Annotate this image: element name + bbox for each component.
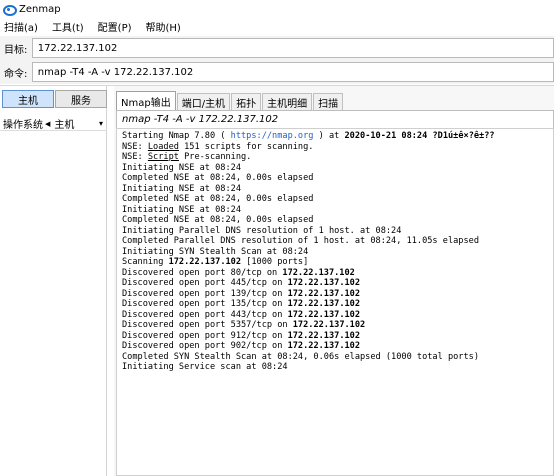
command-input[interactable]: nmap -T4 -A -v 172.22.137.102 [31,62,554,82]
output-line: Completed NSE at 08:24, 0.00s elapsed [122,215,314,225]
hosts-button[interactable]: 主机 [2,90,54,108]
output-line: Discovered open port 443/tcp on 172.22.1… [122,309,361,320]
command-label: 命令: [4,68,28,80]
menu-profile[interactable]: 配置(P) [98,19,132,34]
output-scan-selector[interactable]: nmap -T4 -A -v 172.22.137.102 [116,110,554,129]
output-line: Scanning 172.22.137.102 [1000 ports] [122,257,309,267]
output-line: Discovered open port 139/tcp on 172.22.1… [122,288,361,299]
output-line: Discovered open port 902/tcp on 172.22.1… [122,341,361,351]
output-line: Completed NSE at 08:24, 0.00s elapsed [122,194,314,204]
output-line: Completed SYN Stealth Scan at 08:24, 0.0… [122,351,479,362]
target-row: 目标: 172.22.137.102 [0,36,554,60]
dropdown-chevron-icon[interactable]: ▾ [99,119,103,128]
host-column-header[interactable]: 主机 [54,116,74,131]
tab-scans[interactable]: 扫描 [313,93,344,110]
zenmap-eye-icon [3,4,17,16]
tab-topology[interactable]: 拓扑 [231,93,262,110]
output-line: Discovered open port 135/tcp on 172.22.1… [122,299,361,309]
output-line: Discovered open port 80/tcp on 172.22.13… [122,267,355,278]
output-line: Discovered open port 5357/tcp on 172.22.… [122,320,366,330]
host-list-header: 操作系统 ◀ 主机 ▾ [3,116,105,131]
nmap-link[interactable]: https://nmap.org [231,131,314,141]
tab-nmap-output[interactable]: Nmap输出 [116,91,176,110]
header-divider [0,130,106,131]
command-row: 命令: nmap -T4 -A -v 172.22.137.102 [0,60,554,84]
os-column-header[interactable]: 操作系统 [3,116,43,131]
target-input[interactable]: 172.22.137.102 [31,38,554,58]
output-line: Initiating Service scan at 08:24 [122,362,288,372]
output-line: Completed Parallel DNS resolution of 1 h… [122,236,479,246]
window-title: Zenmap [19,3,61,15]
output-line: NSE: Loaded 151 scripts for scanning. [122,141,314,152]
results-panel: Nmap输出 端口/主机 拓扑 主机明细 扫描 nmap -T4 -A -v 1… [114,86,554,476]
output-line: Starting Nmap 7.80 ( https://nmap.org ) … [122,131,495,141]
hosts-panel: 主机 服务 操作系统 ◀ 主机 ▾ [0,86,107,476]
output-line: Discovered open port 912/tcp on 172.22.1… [122,330,361,341]
services-button[interactable]: 服务 [55,90,107,108]
title-bar: Zenmap [0,0,554,18]
menu-help[interactable]: 帮助(H) [146,19,181,34]
output-line: Initiating NSE at 08:24 [122,204,241,215]
target-label: 目标: [4,44,28,56]
output-line: Initiating Parallel DNS resolution of 1 … [122,225,402,236]
output-line: Discovered open port 445/tcp on 172.22.1… [122,278,361,288]
menu-bar: 扫描(a) 工具(t) 配置(P) 帮助(H) [0,18,554,34]
output-line: Completed NSE at 08:24, 0.00s elapsed [122,173,314,183]
output-line: Initiating NSE at 08:24 [122,162,241,173]
tab-ports-hosts[interactable]: 端口/主机 [176,93,231,110]
menu-tools[interactable]: 工具(t) [52,19,84,34]
menu-scan[interactable]: 扫描(a) [4,19,38,34]
output-line: Initiating SYN Stealth Scan at 08:24 [122,246,309,257]
tab-host-details[interactable]: 主机明细 [262,93,313,110]
nmap-output-text[interactable]: Starting Nmap 7.80 ( https://nmap.org ) … [116,128,554,476]
output-line: Initiating NSE at 08:24 [122,183,241,194]
output-line: NSE: Script Pre-scanning. [122,152,252,162]
results-tabs: Nmap输出 端口/主机 拓扑 主机明细 扫描 [116,91,344,110]
sort-arrow-icon[interactable]: ◀ [45,120,50,128]
